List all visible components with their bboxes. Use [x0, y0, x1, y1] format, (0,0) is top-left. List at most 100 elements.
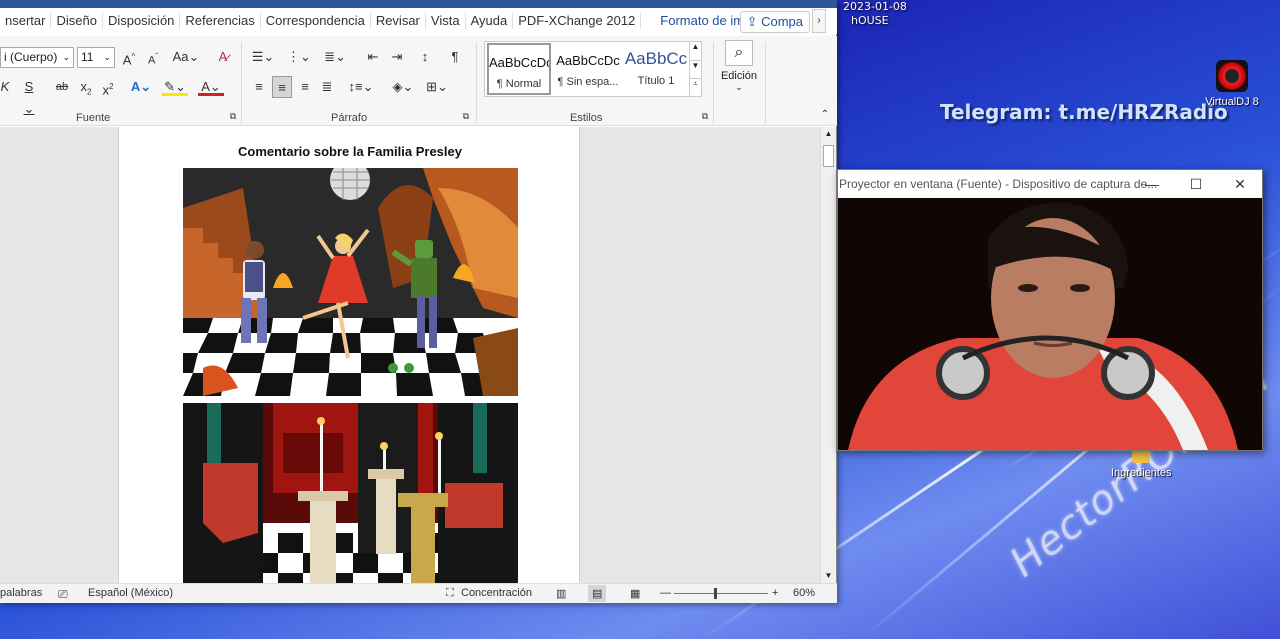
- zoom-out-icon[interactable]: —: [660, 587, 671, 599]
- scroll-thumb[interactable]: [823, 145, 834, 167]
- desktop-icon-label: Ingredientes: [1111, 467, 1172, 479]
- style-titulo-1[interactable]: AaBbCc Título 1: [623, 43, 689, 96]
- maximize-button[interactable]: ☐: [1174, 170, 1218, 198]
- print-layout-icon[interactable]: ▤: [588, 585, 607, 602]
- collapse-ribbon-icon[interactable]: ⌃: [818, 108, 832, 122]
- grow-font-icon[interactable]: A^: [120, 46, 138, 68]
- font-color-icon[interactable]: A⌄: [198, 76, 224, 96]
- highlight-icon[interactable]: ✎⌄: [162, 76, 188, 96]
- tab-disposicion[interactable]: Disposición: [103, 13, 181, 29]
- document-title: Comentario sobre la Familia Presley: [238, 144, 462, 159]
- language-indicator[interactable]: Español (México): [88, 587, 173, 599]
- estilos-launcher-icon[interactable]: ⧉: [700, 110, 710, 122]
- multilevel-list-icon[interactable]: ≣⌄: [322, 46, 348, 68]
- style-preview: AaBbCcDc: [556, 53, 620, 68]
- zoom-in-icon[interactable]: +: [772, 587, 778, 599]
- vertical-scrollbar[interactable]: ▲ ▼: [820, 127, 836, 583]
- subscript-icon[interactable]: x2: [78, 76, 94, 98]
- style-name: ¶ Normal: [496, 78, 542, 90]
- fuente-launcher-icon[interactable]: ⧉: [228, 110, 238, 122]
- style-preview: AaBbCcDc: [489, 55, 549, 70]
- tab-correspondencia[interactable]: Correspondencia: [261, 13, 371, 29]
- masonic-ritual-image[interactable]: [183, 403, 518, 583]
- word-window: nsertar Diseño Disposición Referencias C…: [0, 0, 837, 603]
- justify-icon[interactable]: ≣: [318, 76, 336, 98]
- bullets-icon[interactable]: ☰⌄: [250, 46, 276, 68]
- tab-pdf-xchange[interactable]: PDF-XChange 2012: [513, 13, 642, 29]
- title-bar-strip: [0, 0, 837, 8]
- document-area: Comentario sobre la Familia Presley: [0, 127, 820, 583]
- increase-indent-icon[interactable]: ⇥: [388, 46, 406, 68]
- projector-window: Proyector en ventana (Fuente) - Disposit…: [837, 169, 1263, 451]
- zoom-slider[interactable]: [674, 588, 768, 599]
- style-preview: AaBbCc: [624, 49, 688, 68]
- align-left-icon[interactable]: ≡: [250, 76, 268, 98]
- ribbon-tabs: nsertar Diseño Disposición Referencias C…: [0, 8, 837, 34]
- parrafo-launcher-icon[interactable]: ⧉: [461, 110, 471, 122]
- chevron-down-icon: ⌄: [62, 52, 70, 62]
- zoom-level[interactable]: 60%: [793, 587, 815, 599]
- status-bar: palabras ⎚ Español (México) ⛶ Concentrac…: [0, 583, 837, 603]
- style-sin-espaciado[interactable]: AaBbCcDc ¶ Sin espa...: [555, 43, 621, 96]
- close-button[interactable]: ✕: [1218, 170, 1262, 198]
- document-page[interactable]: Comentario sobre la Familia Presley: [118, 127, 580, 583]
- decrease-indent-icon[interactable]: ⇤: [364, 46, 382, 68]
- clear-format-icon[interactable]: A̷: [214, 46, 232, 68]
- line-spacing-icon[interactable]: ↕≡⌄: [346, 76, 376, 98]
- edicion-button[interactable]: ⌕ Edición ⌄: [718, 40, 760, 102]
- styles-scroll-down-icon[interactable]: ▼: [689, 60, 701, 78]
- tab-revisar[interactable]: Revisar: [371, 13, 426, 29]
- italic-icon[interactable]: K: [0, 76, 10, 98]
- focus-mode-button[interactable]: Concentración: [461, 587, 532, 599]
- show-marks-icon[interactable]: ¶: [446, 46, 464, 68]
- edicion-label: Edición: [720, 70, 758, 82]
- desktop-icon-label: VirtualDJ 8: [1205, 96, 1259, 108]
- underline-icon[interactable]: S ⌄: [18, 76, 40, 116]
- projector-title: Proyector en ventana (Fuente) - Disposit…: [839, 177, 1158, 191]
- desktop-icon-virtualdj[interactable]: VirtualDJ 8: [1202, 60, 1262, 108]
- strikethrough-icon[interactable]: ab: [52, 76, 72, 98]
- text-effects-icon[interactable]: A⌄: [128, 76, 154, 98]
- styles-scroll-up-icon[interactable]: ▲: [689, 42, 701, 60]
- dance-illustration-image[interactable]: [183, 168, 518, 396]
- superscript-icon[interactable]: x2: [100, 76, 116, 98]
- ribbon-separator: [241, 42, 242, 124]
- ribbon: i (Cuerpo) ⌄ 11 ⌄ A^ Aˇ Aa⌄ A̷ K S ⌄ ab x2…: [0, 36, 837, 126]
- shrink-font-icon[interactable]: Aˇ: [144, 46, 162, 68]
- numbering-icon[interactable]: ⋮⌄: [286, 46, 312, 68]
- tab-referencias[interactable]: Referencias: [180, 13, 261, 29]
- word-count[interactable]: palabras: [0, 587, 42, 599]
- share-button[interactable]: ⇪ Compa: [739, 11, 810, 33]
- tab-diseno[interactable]: Diseño: [51, 13, 103, 29]
- clock-label: hOUSE: [851, 14, 889, 27]
- styles-gallery: AaBbCcDc ¶ Normal AaBbCcDc ¶ Sin espa...…: [484, 41, 702, 97]
- align-right-icon[interactable]: ≡: [296, 76, 314, 98]
- web-layout-icon[interactable]: ▦: [630, 587, 640, 600]
- scroll-down-icon[interactable]: ▼: [821, 569, 836, 583]
- proofing-icon[interactable]: ⎚: [58, 587, 68, 602]
- read-mode-icon[interactable]: ▥: [556, 587, 566, 600]
- tab-ayuda[interactable]: Ayuda: [466, 13, 514, 29]
- change-case-icon[interactable]: Aa⌄: [172, 46, 200, 68]
- sort-icon[interactable]: ↕: [416, 46, 434, 68]
- tab-vista[interactable]: Vista: [426, 13, 466, 29]
- zoom-slider-thumb[interactable]: [714, 588, 717, 599]
- chevron-down-icon: ⌄: [735, 82, 743, 92]
- align-center-icon[interactable]: ≡: [272, 76, 292, 98]
- font-name-combo[interactable]: i (Cuerpo) ⌄: [0, 47, 74, 68]
- font-size-combo[interactable]: 11 ⌄: [77, 47, 115, 68]
- minimize-button[interactable]: —: [1130, 170, 1174, 198]
- camera-feed: [838, 198, 1262, 450]
- clock-date: 2023-01-08: [843, 0, 907, 13]
- styles-more-icon[interactable]: ⩡: [689, 78, 701, 96]
- tabs-scroll-right-icon[interactable]: ›: [812, 9, 826, 33]
- group-parrafo-label: Párrafo: [331, 112, 368, 124]
- share-icon: ⇪: [746, 14, 762, 29]
- style-name: ¶ Sin espa...: [557, 76, 619, 88]
- tab-insertar[interactable]: nsertar: [0, 13, 52, 29]
- scroll-up-icon[interactable]: ▲: [821, 127, 836, 141]
- borders-icon[interactable]: ⊞⌄: [424, 76, 450, 98]
- shading-icon[interactable]: ◈⌄: [390, 76, 416, 98]
- focus-icon[interactable]: ⛶: [446, 587, 454, 600]
- style-normal[interactable]: AaBbCcDc ¶ Normal: [487, 43, 551, 95]
